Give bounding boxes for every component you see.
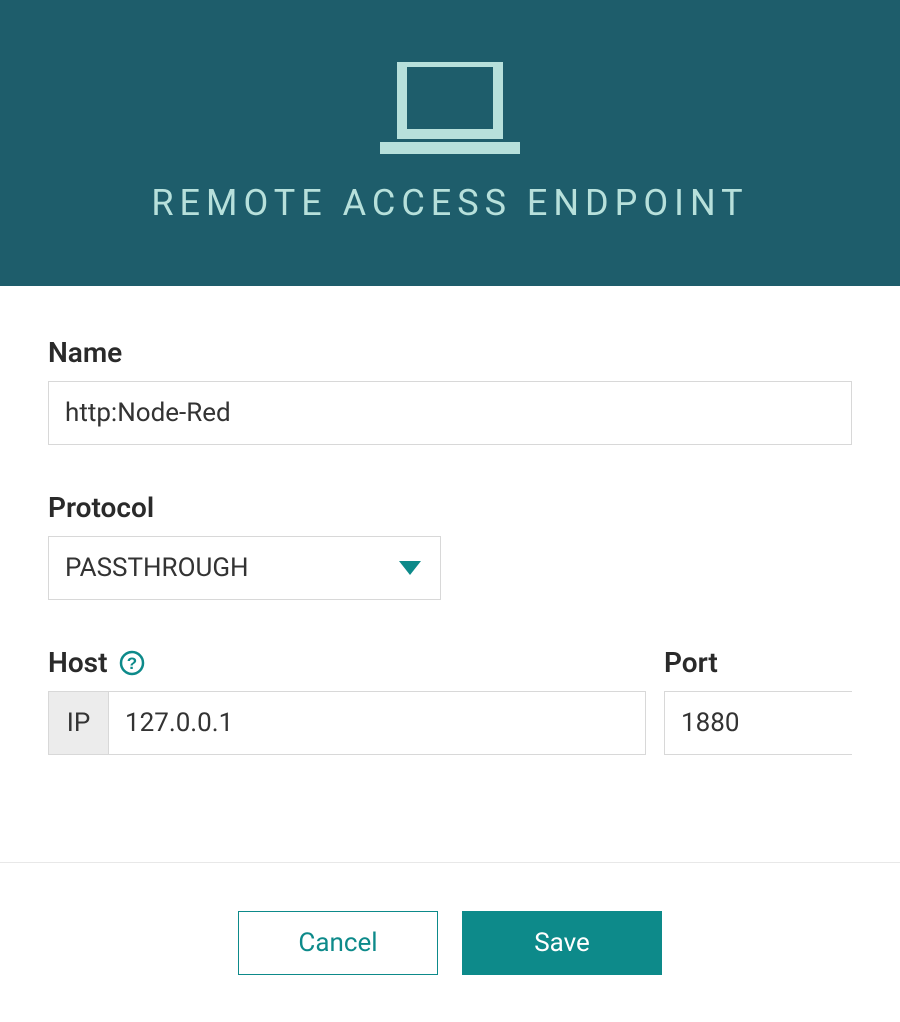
save-button[interactable]: Save xyxy=(462,911,662,975)
dialog-header: REMOTE ACCESS ENDPOINT xyxy=(0,0,900,286)
dialog-title: REMOTE ACCESS ENDPOINT xyxy=(151,182,748,224)
host-field-group: Host ? IP xyxy=(48,646,646,755)
protocol-select[interactable] xyxy=(48,536,441,600)
name-field-group: Name xyxy=(48,336,852,445)
host-prefix-label: IP xyxy=(49,692,109,754)
dialog-footer: Cancel Save xyxy=(0,862,900,1022)
name-label: Name xyxy=(48,336,852,369)
form-area: Name Protocol Host ? IP xyxy=(0,286,900,862)
protocol-select-wrapper xyxy=(48,536,441,600)
port-field-group: Port xyxy=(664,646,852,755)
name-input[interactable] xyxy=(48,381,852,445)
protocol-label: Protocol xyxy=(48,491,852,524)
host-input[interactable] xyxy=(109,692,645,754)
host-label-text: Host xyxy=(48,646,107,679)
port-label: Port xyxy=(664,646,852,679)
svg-text:?: ? xyxy=(127,654,137,673)
cancel-button[interactable]: Cancel xyxy=(238,911,438,975)
help-icon[interactable]: ? xyxy=(119,650,145,676)
port-input-wrap xyxy=(664,691,852,755)
host-label: Host ? xyxy=(48,646,646,679)
host-input-wrap: IP xyxy=(48,691,646,755)
laptop-icon xyxy=(380,62,520,154)
port-input[interactable] xyxy=(665,692,900,754)
host-port-row: Host ? IP Port xyxy=(48,646,852,755)
protocol-field-group: Protocol xyxy=(48,491,852,600)
